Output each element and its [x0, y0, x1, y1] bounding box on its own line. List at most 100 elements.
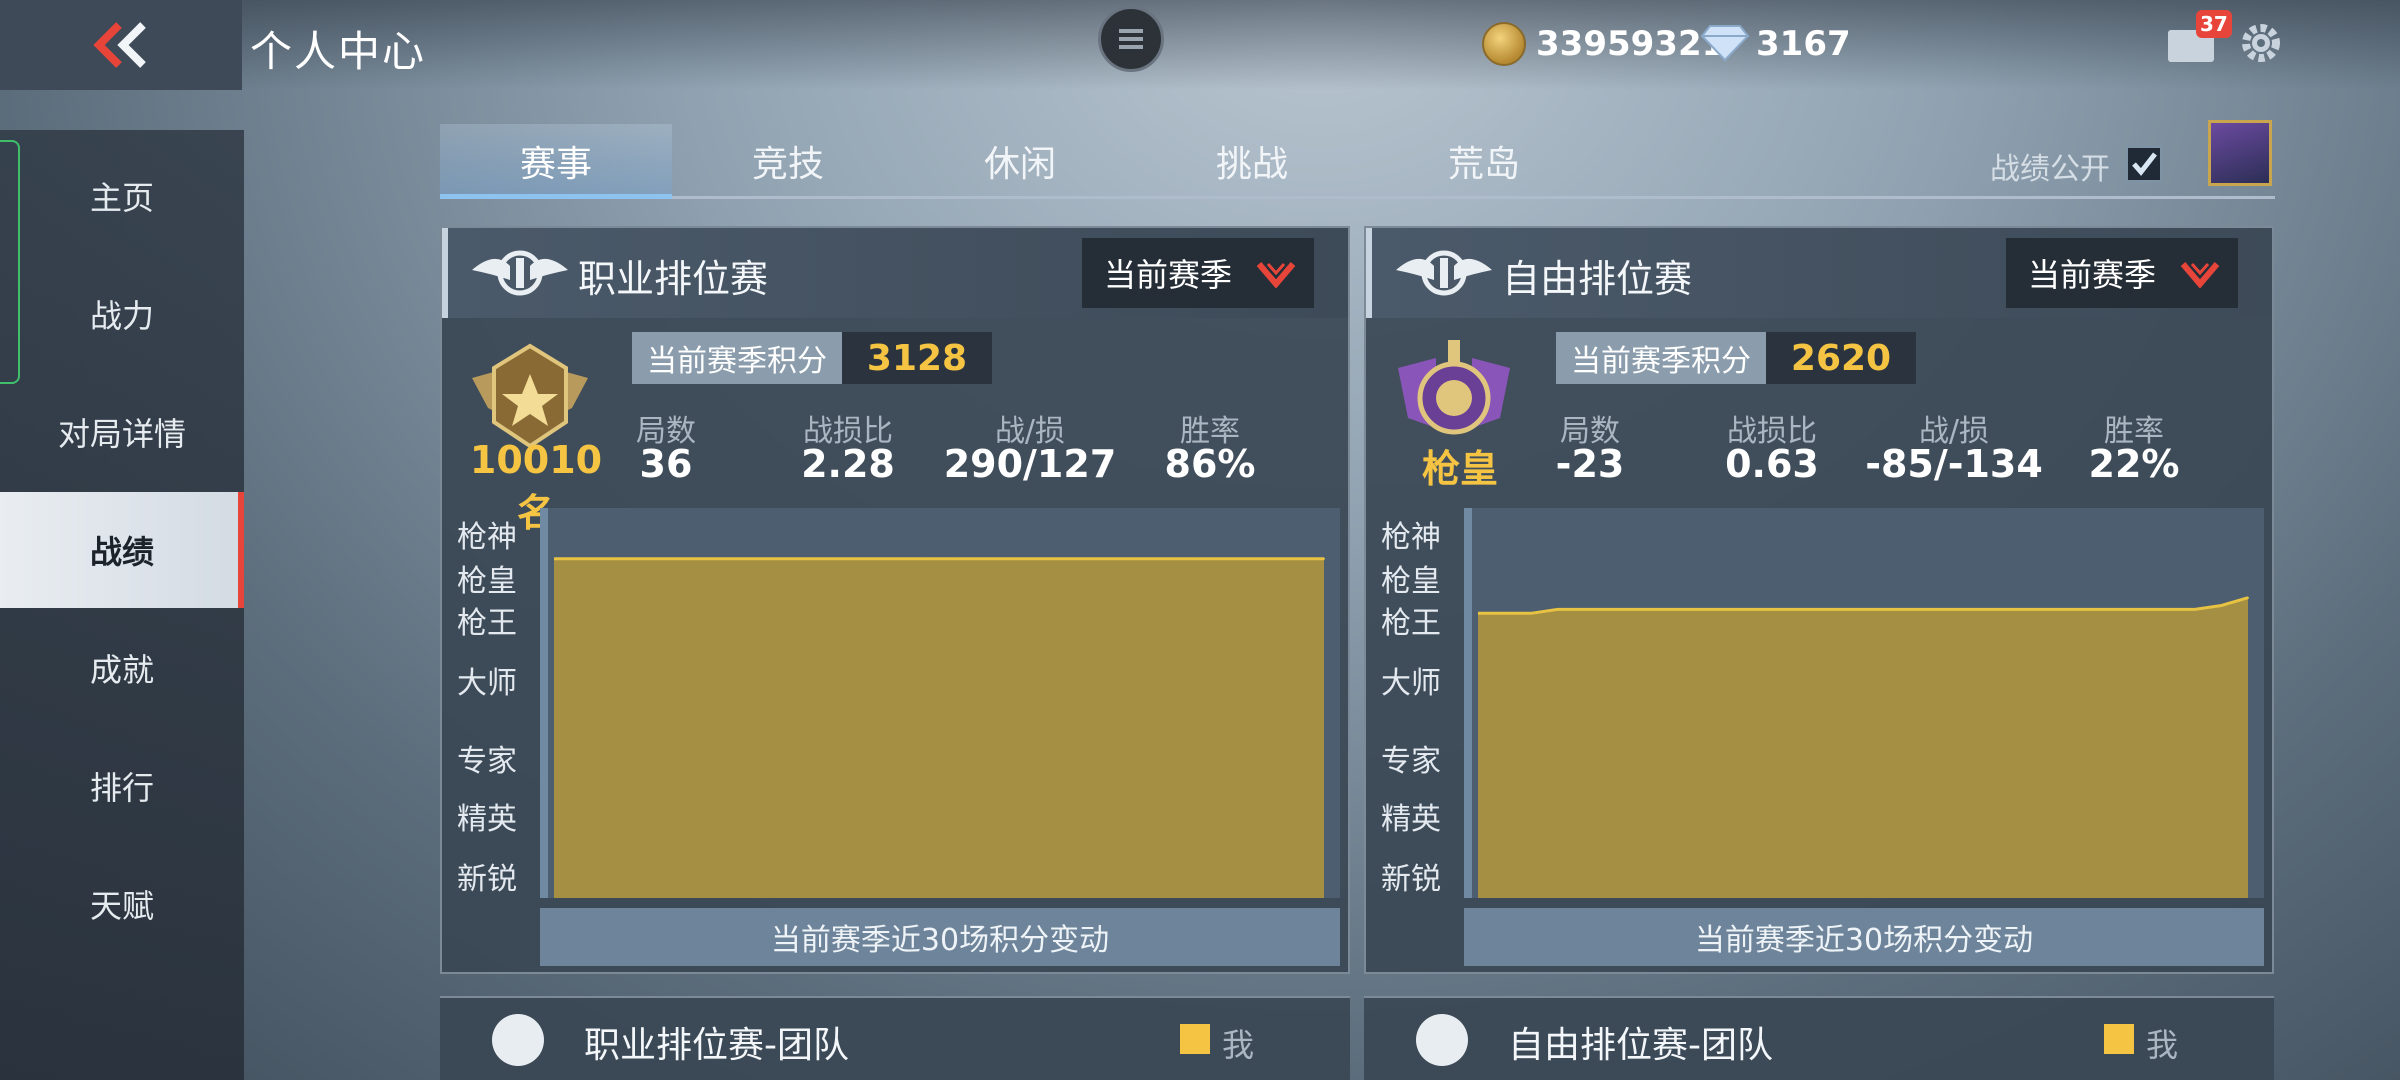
mail-count-badge: 37 [2196, 10, 2232, 38]
legend-label: 我 [2146, 1026, 2179, 1064]
data-point-26 [1216, 557, 1219, 560]
data-point-7 [1636, 608, 1639, 611]
data-point-17 [1901, 608, 1904, 611]
data-point-14 [1822, 608, 1825, 611]
data-point-19 [1030, 557, 1033, 560]
y-tick-label: 精英 [457, 802, 517, 837]
data-point-26 [2140, 608, 2143, 611]
score-area-chart [554, 557, 1325, 898]
score-chart: 枪神 枪皇 枪王 大师 专家 精英 新锐 [442, 508, 1348, 908]
sidebar-item-label: 排行 [89, 769, 154, 807]
avatar[interactable] [2208, 120, 2272, 186]
sidebar-item-achievements[interactable]: 成就 [0, 610, 244, 726]
double-chevron-left-icon [93, 22, 146, 68]
tab-casual[interactable]: 休闲 [904, 124, 1136, 198]
sidebar-item-label: 战力 [89, 297, 154, 335]
data-point-25 [1190, 557, 1193, 560]
data-point-9 [765, 557, 768, 560]
tab-competitive[interactable]: 竞技 [672, 124, 904, 198]
season-dropdown[interactable]: 当前赛季 [2006, 238, 2238, 308]
data-point-29 [2220, 604, 2223, 607]
y-tick-label: 枪王 [457, 606, 517, 641]
area-fill [554, 558, 1324, 898]
coin-icon [1482, 22, 1526, 66]
data-point-24 [2087, 608, 2090, 611]
score-chart: 枪神 枪皇 枪王 大师 专家 精英 新锐 [1366, 508, 2272, 908]
tab-events[interactable]: 赛事 [440, 124, 672, 198]
data-point-27 [1243, 557, 1246, 560]
data-point-15 [924, 557, 927, 560]
back-button[interactable] [0, 0, 242, 90]
y-tick-label: 大师 [1381, 666, 1441, 701]
data-point-28 [2193, 608, 2196, 611]
sidebar-item-home[interactable]: 主页 [0, 138, 244, 254]
legend-swatch [1180, 1024, 1210, 1054]
data-point-12 [845, 557, 848, 560]
data-point-6 [685, 557, 688, 560]
y-tick-label: 新锐 [457, 862, 517, 897]
ranked-panel-pro: 职业排位赛 当前赛季 10010名 当前赛季积分 3128 局数 36 战损比 … [440, 226, 1350, 974]
sidebar-item-label: 天赋 [89, 887, 154, 925]
list-icon [1119, 29, 1143, 49]
tab-divider [440, 196, 2275, 199]
data-point-5 [659, 557, 662, 560]
sidebar-item-label: 对局详情 [57, 415, 186, 453]
gear-icon[interactable] [2238, 20, 2284, 66]
y-tick-label: 精英 [1381, 802, 1441, 837]
season-dropdown-label: 当前赛季 [1104, 256, 1233, 294]
panel-accent [1366, 228, 1372, 318]
data-point-16 [1875, 608, 1878, 611]
data-point-28 [1269, 557, 1272, 560]
chevron-down-icon [2180, 262, 2220, 288]
page-title: 个人中心 [250, 27, 427, 76]
legend-swatch [2104, 1024, 2134, 1054]
data-point-23 [1137, 557, 1140, 560]
data-point-21 [1084, 557, 1087, 560]
panel-accent [442, 228, 448, 318]
season-score-value: 3128 [842, 332, 992, 384]
team-panel-pro: 职业排位赛-团队 我 [440, 996, 1350, 1080]
data-point-10 [791, 557, 794, 560]
data-point-29 [1296, 557, 1299, 560]
sidebar-item-power[interactable]: 战力 [0, 256, 244, 372]
season-dropdown[interactable]: 当前赛季 [1082, 238, 1314, 308]
tab-challenge[interactable]: 挑战 [1136, 124, 1368, 198]
data-point-22 [1110, 557, 1113, 560]
tab-label: 竞技 [751, 144, 824, 185]
season-score-label: 当前赛季积分 [632, 332, 842, 384]
sidebar-item-match-details[interactable]: 对局详情 [0, 374, 244, 490]
coin-balance: 33959321 [1536, 24, 1726, 64]
data-point-2 [579, 557, 582, 560]
data-point-19 [1954, 608, 1957, 611]
stat-value: 0.63 [1725, 442, 1819, 486]
record-public-checkbox[interactable] [2126, 146, 2162, 182]
data-point-13 [1795, 608, 1798, 611]
sidebar-item-record[interactable]: 战绩 [0, 492, 244, 608]
check-icon [2132, 152, 2157, 176]
plot-axis [1464, 508, 1472, 898]
data-point-24 [1163, 557, 1166, 560]
data-point-2 [1503, 612, 1506, 615]
ranked-panel-free: 自由排位赛 当前赛季 枪皇 当前赛季积分 2620 局数 -23 战损比 0.6… [1364, 226, 2274, 974]
data-point-8 [738, 557, 741, 560]
y-tick-label: 枪王 [1381, 606, 1441, 641]
data-point-4 [1556, 608, 1559, 611]
data-point-3 [1530, 612, 1533, 615]
panel-title: 职业排位赛 [578, 257, 769, 301]
data-point-27 [2167, 608, 2170, 611]
menu-button[interactable] [1098, 6, 1164, 72]
tab-label: 挑战 [1215, 144, 1288, 185]
data-point-16 [951, 557, 954, 560]
y-tick-label: 枪皇 [457, 564, 517, 599]
tab-active-indicator [440, 194, 672, 199]
tab-label: 休闲 [983, 144, 1056, 185]
team-panel-title: 职业排位赛-团队 [584, 1025, 849, 1066]
data-point-15 [1848, 608, 1851, 611]
tab-island[interactable]: 荒岛 [1368, 124, 1600, 198]
team-panel-title: 自由排位赛-团队 [1508, 1025, 1773, 1066]
data-point-3 [606, 557, 609, 560]
sidebar-item-ranking[interactable]: 排行 [0, 728, 244, 844]
y-tick-label: 枪神 [1381, 520, 1441, 555]
sidebar-item-talent[interactable]: 天赋 [0, 846, 244, 962]
data-point-11 [818, 557, 821, 560]
